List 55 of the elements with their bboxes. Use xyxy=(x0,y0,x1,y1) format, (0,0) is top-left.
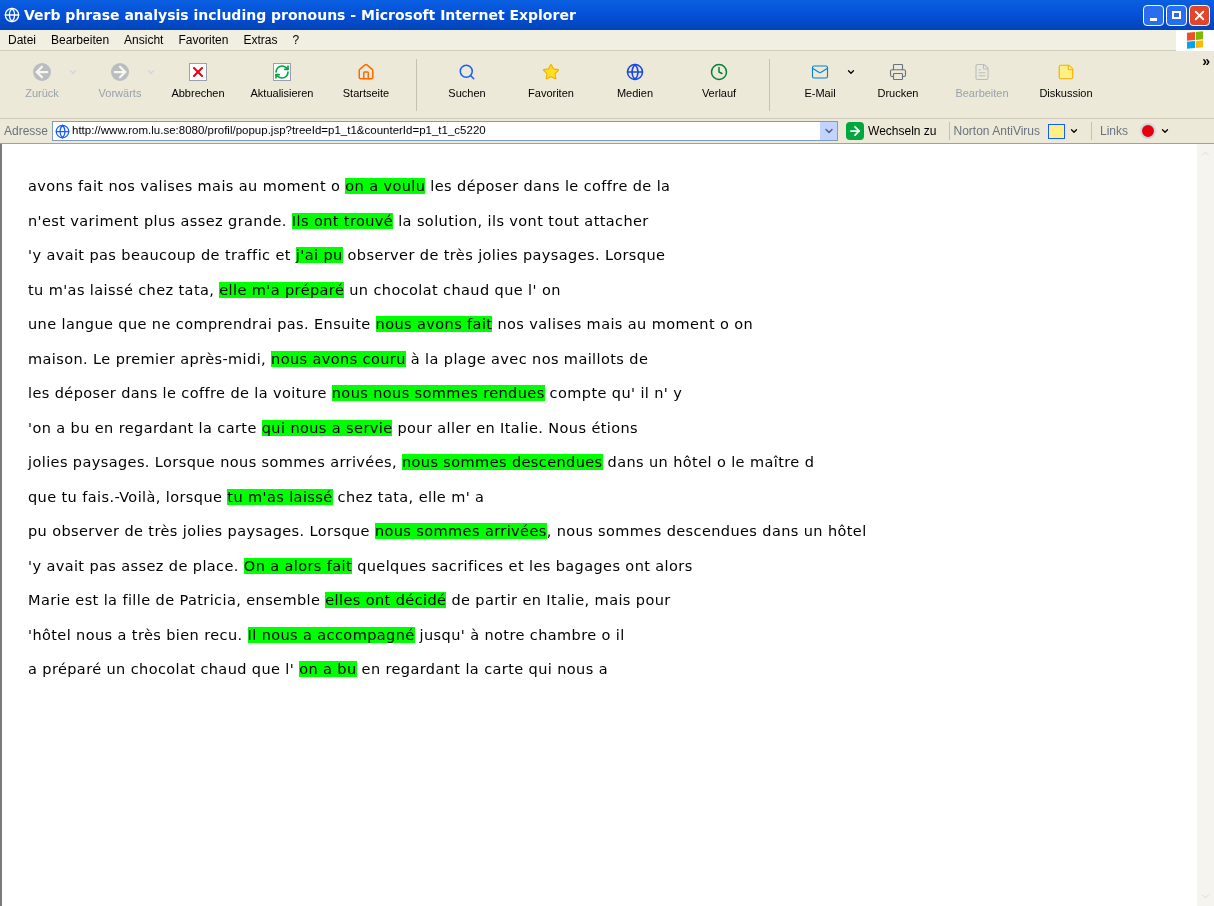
close-icon xyxy=(189,63,207,81)
concordance-line: tu m'as laissé chez tata, elle m'a préparé un chocolat chaud que l' on xyxy=(28,280,562,300)
links-label[interactable]: Links xyxy=(1091,122,1129,140)
page-icon xyxy=(55,123,71,139)
overflow-chevron[interactable]: » xyxy=(1202,51,1210,72)
address-label: Adresse xyxy=(4,123,49,140)
concordance-line: 'y avait pas assez de place. On a alors fait quelques sacrifices et les bagages ont alors xyxy=(28,556,694,576)
concordance-line: a préparé un chocolat chaud que l' on a bu en regardant la carte qui nous a xyxy=(28,660,609,679)
dropdown-button[interactable] xyxy=(820,122,838,140)
dropdown-caret-icon[interactable] xyxy=(1160,126,1171,136)
go-button[interactable]: Wechseln zu xyxy=(842,122,941,140)
concordance-line: que tu fais.-Voilà, lorsque tu m'as laissé chez tata, elle m' a xyxy=(28,487,486,507)
concordance-line: n'est variment plus assez grande. Ils ont trouvé la solution, ils vont tout attacher xyxy=(28,211,650,231)
concordance-line: une langue que ne comprendrai pas. Ensuite nous avons fait nos valises mais au moment o on xyxy=(28,315,755,334)
dropdown-caret-icon[interactable] xyxy=(1069,126,1079,136)
toolbar-button[interactable]: Suchen xyxy=(425,59,509,102)
search-icon xyxy=(458,63,476,81)
dropdown-caret-icon[interactable] xyxy=(846,67,856,77)
concordance-line: les déposer dans le coffre de la voiture nous nous sommes rendues compte qu' il n' y xyxy=(28,384,684,403)
refresh-icon xyxy=(273,63,291,81)
concordance-line: maison. Le premier après-midi, nous avons couru à la plage avec nos maillots de xyxy=(28,349,650,369)
windows-logo-icon xyxy=(1176,29,1214,51)
note-icon xyxy=(1057,63,1075,81)
address-field[interactable]: http://www.rom.lu.se:8080/profil/popup.jsp?treeId=p1_t1&counterId=p1_t1_c5220 xyxy=(52,121,839,141)
norton-antivirus-label: Norton AntiVirus xyxy=(948,122,1040,140)
menu-item[interactable]: Datei xyxy=(8,31,36,49)
menu-item[interactable]: Bearbeiten xyxy=(51,31,110,49)
star-icon xyxy=(542,63,560,81)
restore-button[interactable] xyxy=(1166,4,1187,26)
minimize-button[interactable] xyxy=(1143,4,1164,26)
menu-item[interactable]: ? xyxy=(292,31,300,49)
toolbar-button[interactable]: Aktualisieren xyxy=(240,59,324,102)
concordance-line: Marie est la fille de Patricia, ensemble elles ont décidé de partir en Italie, mais pour xyxy=(28,591,672,610)
toolbar-button[interactable]: Startseite xyxy=(324,59,408,102)
printer-icon xyxy=(889,63,907,81)
shield-icon[interactable] xyxy=(1048,123,1065,139)
globe-icon xyxy=(626,63,644,81)
menu-item[interactable]: Ansicht xyxy=(124,31,164,49)
window-title: Verb phrase analysis including pronouns - Microsoft Internet Explorer xyxy=(24,5,577,25)
concordance-line: 'on a bu en regardant la carte qui nous a servie pour aller en Italie. Nous étions xyxy=(28,418,640,438)
house-icon xyxy=(357,63,375,81)
menu-item[interactable]: Favoriten xyxy=(178,31,229,49)
close-button[interactable] xyxy=(1189,4,1210,26)
menu-item[interactable]: Extras xyxy=(243,31,278,49)
clock-icon xyxy=(710,63,728,81)
concordance-line: 'hôtel nous a très bien recu. Il nous a accompagné jusqu' à notre chambre o il xyxy=(28,625,626,645)
envelope-icon xyxy=(811,63,829,81)
toolbar-button[interactable]: Medien xyxy=(593,59,677,102)
concordance-line: pu observer de très jolies paysages. Lorsque nous sommes arrivées, nous sommes descendues dans un hôtel xyxy=(28,522,868,541)
toolbar-button[interactable]: Favoriten xyxy=(509,59,593,102)
concordance-line: avons fait nos valises mais au moment o on a voulu les déposer dans le coffre de la xyxy=(28,177,672,196)
toolbar-button[interactable]: Verlauf xyxy=(677,59,761,102)
toolbar-button[interactable]: Diskussion xyxy=(1024,59,1108,102)
browser-icon xyxy=(4,7,20,23)
concordance-line: jolies paysages. Lorsque nous sommes arrivées, nous sommes descendues dans un hôtel o le maître d xyxy=(28,453,816,472)
